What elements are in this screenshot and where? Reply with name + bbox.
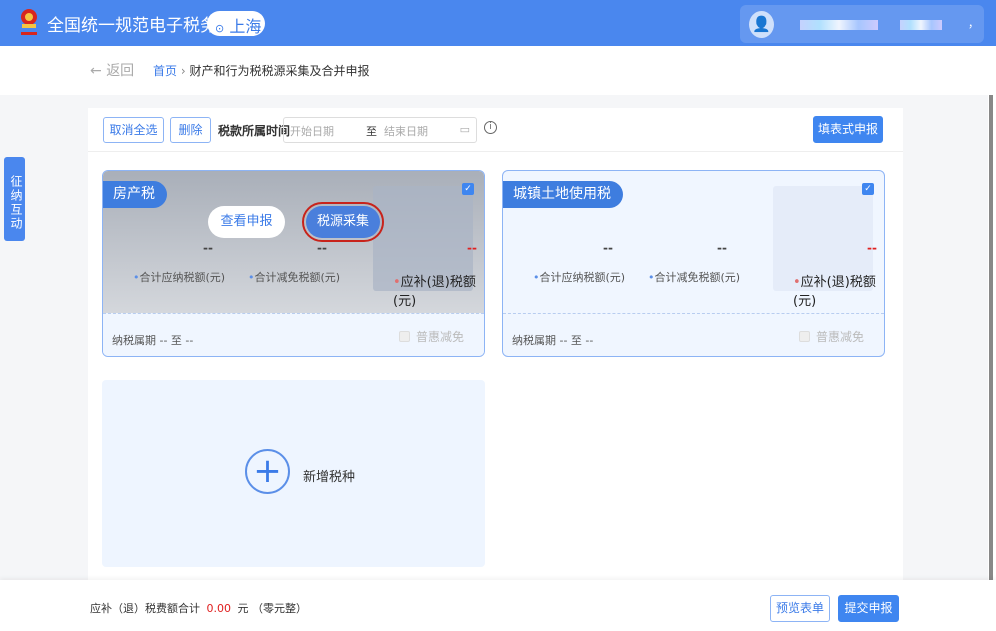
site-title[interactable]: 全国统一规范电子税务局 (47, 11, 234, 36)
range-separator: 至 (366, 125, 377, 138)
view-declaration-button[interactable]: 查看申报 (208, 206, 285, 238)
submit-declaration-button[interactable]: 提交申报 (838, 595, 899, 622)
scrollbar[interactable] (989, 95, 993, 580)
total-amount: 0.00 (206, 602, 232, 615)
period-label: 税款所属时间 (218, 124, 291, 138)
breadcrumb-separator: › (180, 64, 186, 78)
end-date-input[interactable]: 结束日期 (384, 123, 428, 139)
total-relief-label: 合计减免税额(元) (254, 271, 341, 284)
add-tax-type-label: 新增税种 (303, 470, 356, 485)
city-selector[interactable]: ⊙ 上海 (207, 11, 265, 36)
tax-period: 纳税属期 -- 至 -- (512, 334, 594, 347)
back-label: 返回 (106, 63, 135, 79)
total-relief-value: -- (317, 241, 327, 255)
redacted-org (900, 20, 942, 30)
total-payable-label: 合计应纳税额(元) (539, 271, 626, 284)
breadcrumb-current: 财产和行为税税源采集及合并申报 (189, 64, 370, 78)
tax-card-land-use[interactable]: 城镇土地使用税 ✓ -- -- -- •合计应纳税额(元) •合计减免税额(元)… (502, 170, 885, 357)
total-label: 应补（退）税费额合计 (90, 602, 200, 615)
divider (88, 151, 903, 152)
tax-name-tag: 房产税 (103, 181, 167, 208)
info-icon[interactable]: i (484, 121, 497, 134)
total-in-words: （零元整） (252, 602, 307, 615)
total-payable-value: -- (603, 241, 613, 255)
tax-name-tag: 城镇土地使用税 (503, 181, 623, 208)
side-tab-interaction[interactable]: 征纳互动 (4, 157, 25, 241)
refund-label: 应补(退)税额(元) (793, 275, 876, 309)
city-name: 上海 (229, 17, 262, 36)
user-suffix: ， (968, 17, 979, 30)
redacted-name (800, 20, 878, 30)
total-summary: 应补（退）税费额合计 0.00 元 （零元整） (90, 600, 307, 616)
refund-label: 应补(退)税额(元) (393, 275, 476, 309)
tax-card-property[interactable]: 房产税 ✓ 查看申报 税源采集 -- -- -- •合计应纳税额(元) •合计减… (102, 170, 485, 357)
user-menu[interactable]: 👤 ， (740, 5, 984, 43)
location-icon: ⊙ (215, 22, 225, 35)
total-payable-value: -- (203, 241, 213, 255)
source-collection-button[interactable]: 税源采集 (302, 202, 384, 242)
card-checkbox[interactable]: ✓ (862, 183, 874, 195)
tax-period: 纳税属期 -- 至 -- (112, 334, 194, 347)
plus-icon: + (245, 449, 290, 494)
add-tax-type-card[interactable]: + 新增税种 (102, 380, 485, 567)
calendar-icon: ▭ (459, 123, 470, 136)
footer-bar: 应补（退）税费额合计 0.00 元 （零元整） 预览表单 提交申报 (0, 580, 996, 631)
breadcrumb-home[interactable]: 首页 (153, 64, 177, 78)
tax-emblem-icon (21, 9, 37, 35)
start-date-input[interactable]: 开始日期 (290, 123, 334, 139)
fill-form-declare-button[interactable]: 填表式申报 (813, 116, 883, 143)
total-unit: 元 (237, 602, 249, 615)
total-payable-label: 合计应纳税额(元) (139, 271, 226, 284)
total-relief-value: -- (717, 241, 727, 255)
refund-value: -- (867, 241, 877, 255)
user-avatar-icon: 👤 (749, 11, 774, 38)
date-range-picker[interactable]: 开始日期 至 结束日期 ▭ (283, 117, 477, 143)
arrow-left-icon: ← (90, 63, 102, 79)
delete-button[interactable]: 删除 (170, 117, 211, 143)
refund-value: -- (467, 241, 477, 255)
breadcrumb: 首页 › 财产和行为税税源采集及合并申报 (153, 62, 370, 79)
preview-form-button[interactable]: 预览表单 (770, 595, 830, 622)
card-checkbox[interactable]: ✓ (462, 183, 474, 195)
back-link[interactable]: ← 返回 (90, 60, 134, 80)
benefit-relief-checkbox[interactable]: 普惠减免 (398, 328, 464, 345)
benefit-relief-checkbox[interactable]: 普惠减免 (798, 328, 864, 345)
total-relief-label: 合计减免税额(元) (654, 271, 741, 284)
top-header: 全国统一规范电子税务局 ⊙ 上海 👤 ， (0, 0, 996, 46)
deselect-all-button[interactable]: 取消全选 (103, 117, 164, 143)
